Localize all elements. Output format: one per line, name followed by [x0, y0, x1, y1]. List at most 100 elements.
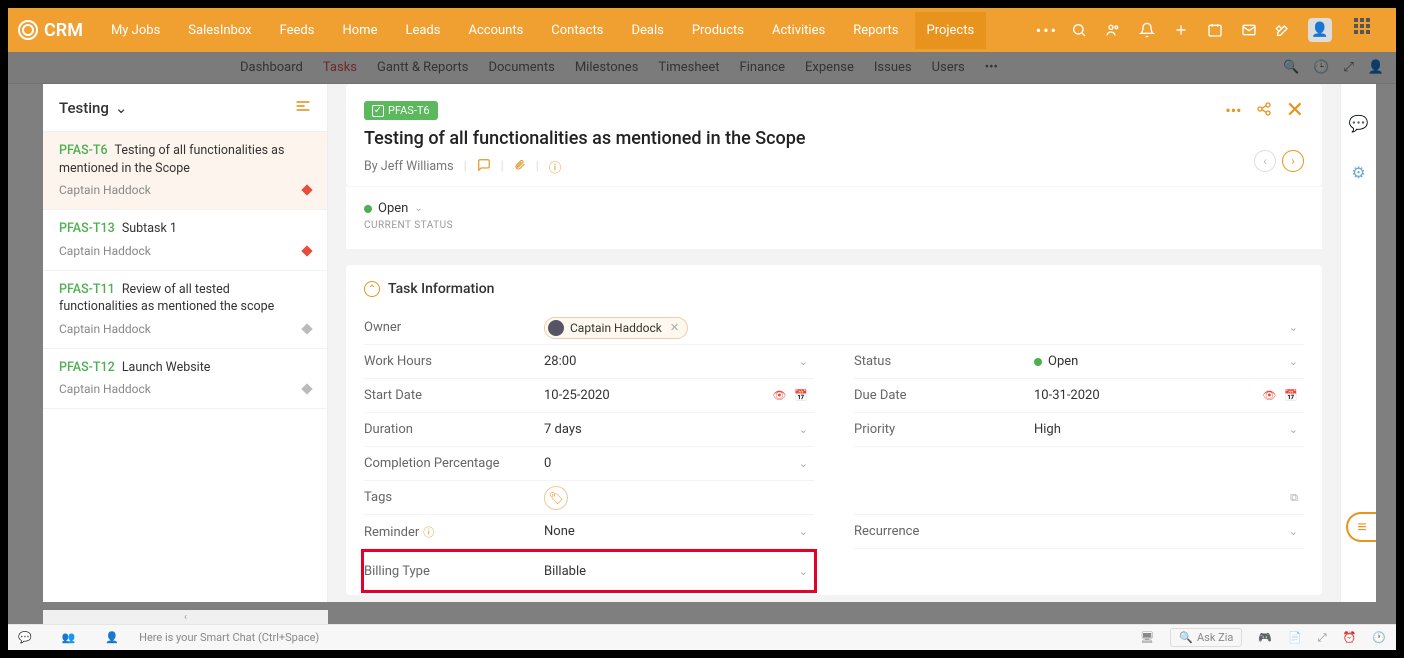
- add-tag-icon[interactable]: 🏷: [544, 486, 568, 510]
- nav-link-deals[interactable]: Deals: [619, 12, 675, 49]
- owner-row: Owner Captain Haddock ✕ ⌄: [364, 311, 1304, 345]
- nav-link-my-jobs[interactable]: My Jobs: [99, 12, 172, 49]
- start-date-row: Start Date 10-25-2020👁📅: [364, 379, 814, 413]
- alarm-icon[interactable]: ⏰: [1343, 631, 1357, 644]
- apps-grid-icon[interactable]: [1354, 18, 1378, 42]
- history-icon[interactable]: 🕐: [1372, 631, 1386, 644]
- rail-chat-icon[interactable]: 💬: [1349, 114, 1369, 133]
- nav-link-reports[interactable]: Reports: [841, 12, 910, 49]
- calendar-icon[interactable]: 📅: [1284, 389, 1298, 402]
- priority-value[interactable]: High⌄: [1034, 422, 1304, 437]
- bottom-people-icon[interactable]: 👥: [62, 631, 76, 644]
- smart-chat-hint[interactable]: Here is your Smart Chat (Ctrl+Space): [139, 631, 319, 644]
- prev-task-button[interactable]: ‹: [1254, 150, 1276, 172]
- rail-settings-icon[interactable]: ⚙: [1351, 163, 1365, 182]
- task-info-card: ⌃ Task Information Owner Captain Haddock…: [346, 265, 1322, 595]
- start-value[interactable]: 10-25-2020👁📅: [544, 388, 814, 403]
- visibility-icon[interactable]: 👁: [772, 389, 786, 402]
- billing-text: Billable: [544, 564, 586, 579]
- nav-link-contacts[interactable]: Contacts: [539, 12, 615, 49]
- tags-value[interactable]: 🏷: [544, 486, 814, 510]
- chevron-down-icon[interactable]: ⌄: [799, 457, 808, 470]
- nav-link-activities[interactable]: Activities: [760, 12, 837, 49]
- side-scrollbar[interactable]: ‹: [43, 610, 328, 624]
- info-icon[interactable]: ⓘ: [549, 157, 562, 176]
- bottom-left-icons: 💬 👥 👤: [18, 631, 119, 644]
- more-options-icon[interactable]: •••: [1225, 101, 1241, 120]
- bell-icon[interactable]: [1138, 21, 1156, 39]
- bottom-chat-icon[interactable]: 💬: [18, 631, 32, 644]
- nav-link-leads[interactable]: Leads: [393, 12, 452, 49]
- tools-icon[interactable]: [1274, 21, 1292, 39]
- priority-flag-icon: [301, 245, 312, 256]
- nav-link-projects[interactable]: Projects: [915, 12, 987, 49]
- owner-avatar-icon: [548, 320, 564, 336]
- task-item[interactable]: PFAS-T6 Testing of all functionalities a…: [43, 132, 327, 210]
- brand-logo[interactable]: CRM: [18, 20, 83, 41]
- completion-row: Completion Percentage 0⌄: [364, 447, 814, 481]
- task-item[interactable]: PFAS-T13 Subtask 1 Captain Haddock: [43, 210, 327, 271]
- status-dot-icon: [364, 205, 372, 213]
- next-task-button[interactable]: ›: [1282, 150, 1304, 172]
- nav-link-home[interactable]: Home: [330, 12, 389, 49]
- calendar-icon[interactable]: [1206, 21, 1224, 39]
- task-modal: Testing ⌄ PFAS-T6 Testing of all functio…: [43, 84, 1376, 602]
- duration-row: Duration 7 days⌄: [364, 413, 814, 447]
- chevron-down-icon[interactable]: ⌄: [1289, 355, 1298, 368]
- info-icon[interactable]: ⓘ: [423, 526, 434, 539]
- nav-link-feeds[interactable]: Feeds: [268, 12, 327, 49]
- calendar-icon[interactable]: 📅: [794, 389, 808, 402]
- chevron-down-icon[interactable]: ⌄: [1289, 423, 1298, 436]
- doc-icon[interactable]: 📄: [1288, 631, 1302, 644]
- expand-icon[interactable]: ⤢: [1318, 631, 1327, 645]
- author-text: By Jeff Williams: [364, 159, 454, 174]
- work-value[interactable]: 28:00⌄: [544, 354, 814, 369]
- plus-icon[interactable]: [1172, 21, 1190, 39]
- due-value[interactable]: 10-31-2020👁📅: [1034, 388, 1304, 403]
- date-actions[interactable]: 👁📅: [772, 389, 808, 402]
- reminder-value[interactable]: None⌄: [544, 524, 814, 539]
- owner-value[interactable]: Captain Haddock ✕ ⌄: [544, 317, 1304, 339]
- rail-drawer-icon[interactable]: ≡: [1346, 512, 1376, 542]
- close-icon[interactable]: ✕: [1286, 98, 1304, 123]
- duration-value[interactable]: 7 days⌄: [544, 422, 814, 437]
- task-assignee: Captain Haddock: [59, 183, 151, 197]
- task-item[interactable]: PFAS-T12 Launch Website Captain Haddock: [43, 349, 327, 410]
- chevron-down-icon[interactable]: ⌄: [799, 565, 808, 578]
- task-item[interactable]: PFAS-T11 Review of all tested functional…: [43, 271, 327, 349]
- search-icon[interactable]: [1070, 21, 1088, 39]
- completion-value[interactable]: 0⌄: [544, 456, 814, 471]
- task-id-badge: PFAS-T6: [364, 101, 438, 120]
- visibility-icon[interactable]: 👁: [1262, 389, 1276, 402]
- attachment-icon[interactable]: [514, 158, 526, 176]
- contacts-icon[interactable]: [1104, 21, 1122, 39]
- nav-link-accounts[interactable]: Accounts: [456, 12, 535, 49]
- work-label: Work Hours: [364, 354, 544, 369]
- billing-value[interactable]: Billable ⌄: [544, 564, 814, 579]
- ask-zia-button[interactable]: 🔍 Ask Zia: [1170, 628, 1242, 647]
- side-title[interactable]: Testing ⌄: [59, 99, 127, 117]
- status-value-field[interactable]: Open⌄: [1034, 354, 1304, 369]
- nav-more[interactable]: •••: [1024, 10, 1070, 51]
- nav-link-products[interactable]: Products: [680, 12, 756, 49]
- bottom-user-icon[interactable]: 👤: [105, 631, 119, 644]
- game-icon[interactable]: 🎮: [1258, 631, 1272, 644]
- monitor-icon[interactable]: 🖥: [1140, 631, 1154, 644]
- side-menu-icon[interactable]: [295, 98, 311, 117]
- mail-icon[interactable]: [1240, 21, 1258, 39]
- date-actions[interactable]: 👁📅: [1262, 389, 1298, 402]
- chevron-down-icon[interactable]: ⌄: [799, 525, 808, 538]
- chevron-down-icon[interactable]: ⌄: [799, 355, 808, 368]
- status-dropdown[interactable]: Open ⌄: [364, 201, 1304, 216]
- link-icon[interactable]: [1256, 101, 1272, 121]
- copy-icon[interactable]: ⧉: [1290, 491, 1298, 505]
- chevron-down-icon[interactable]: ⌄: [1289, 321, 1298, 334]
- chevron-down-icon[interactable]: ⌄: [1289, 525, 1298, 538]
- chevron-down-icon[interactable]: ⌄: [799, 423, 808, 436]
- task-info-header[interactable]: ⌃ Task Information: [364, 281, 1304, 297]
- user-avatar[interactable]: 👤: [1308, 18, 1332, 42]
- remove-owner-icon[interactable]: ✕: [670, 321, 679, 334]
- owner-chip[interactable]: Captain Haddock ✕: [544, 317, 688, 339]
- comments-icon[interactable]: [477, 158, 491, 176]
- nav-link-salesinbox[interactable]: SalesInbox: [176, 12, 263, 49]
